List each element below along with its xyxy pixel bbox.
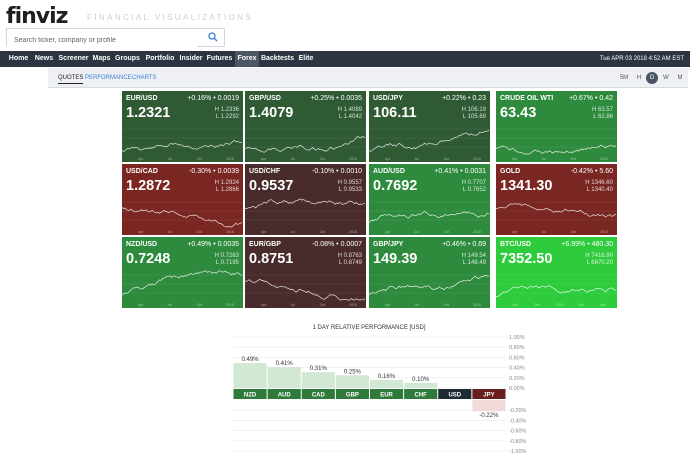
bar-value-label: 0.31% [310, 366, 328, 372]
finviz-forex-page: { "header": { "logo": "finviz", "tagline… [0, 0, 690, 473]
bar-value-label: -0.22% [479, 413, 499, 419]
bar-chf [404, 382, 438, 388]
category-label: CHF [415, 393, 428, 399]
bar-value-label: 0.16% [378, 374, 396, 380]
y-tick-label: 0.40% [509, 366, 525, 372]
category-label: EUR [380, 393, 393, 399]
y-tick-label: -1.00% [509, 449, 527, 455]
bar-value-label: 0.10% [412, 377, 430, 383]
category-label: USD [448, 393, 461, 399]
category-label: CAD [312, 393, 326, 399]
category-label: AUD [278, 393, 292, 399]
y-tick-label: 0.80% [509, 345, 525, 351]
bar-value-label: 0.25% [344, 369, 362, 375]
y-tick-label: -0.60% [509, 429, 527, 435]
y-tick-label: -0.20% [509, 408, 527, 414]
category-label: JPY [483, 393, 494, 399]
bar-cad [301, 372, 335, 388]
bar-eur [370, 379, 404, 388]
bar-value-label: 0.41% [276, 361, 294, 367]
category-label: NZD [244, 393, 257, 399]
bar-nzd [233, 363, 267, 388]
y-tick-label: 1.00% [509, 335, 525, 341]
y-tick-label: 0.20% [509, 376, 525, 382]
y-tick-label: -0.40% [509, 418, 527, 424]
y-tick-label: 0.60% [509, 355, 525, 361]
bar-aud [267, 367, 301, 388]
bar-gbp [335, 375, 369, 388]
bar-jpy [472, 400, 506, 412]
bar-value-label: 0.49% [242, 357, 260, 363]
y-tick-label: 0.00% [509, 386, 525, 392]
y-tick-label: -0.80% [509, 439, 527, 445]
performance-bar-chart: 1.00% 0.80% 0.60% 0.40% 0.20% 0.00% -0.20% -0.4… [233, 335, 527, 455]
category-label: GBP [346, 393, 359, 399]
